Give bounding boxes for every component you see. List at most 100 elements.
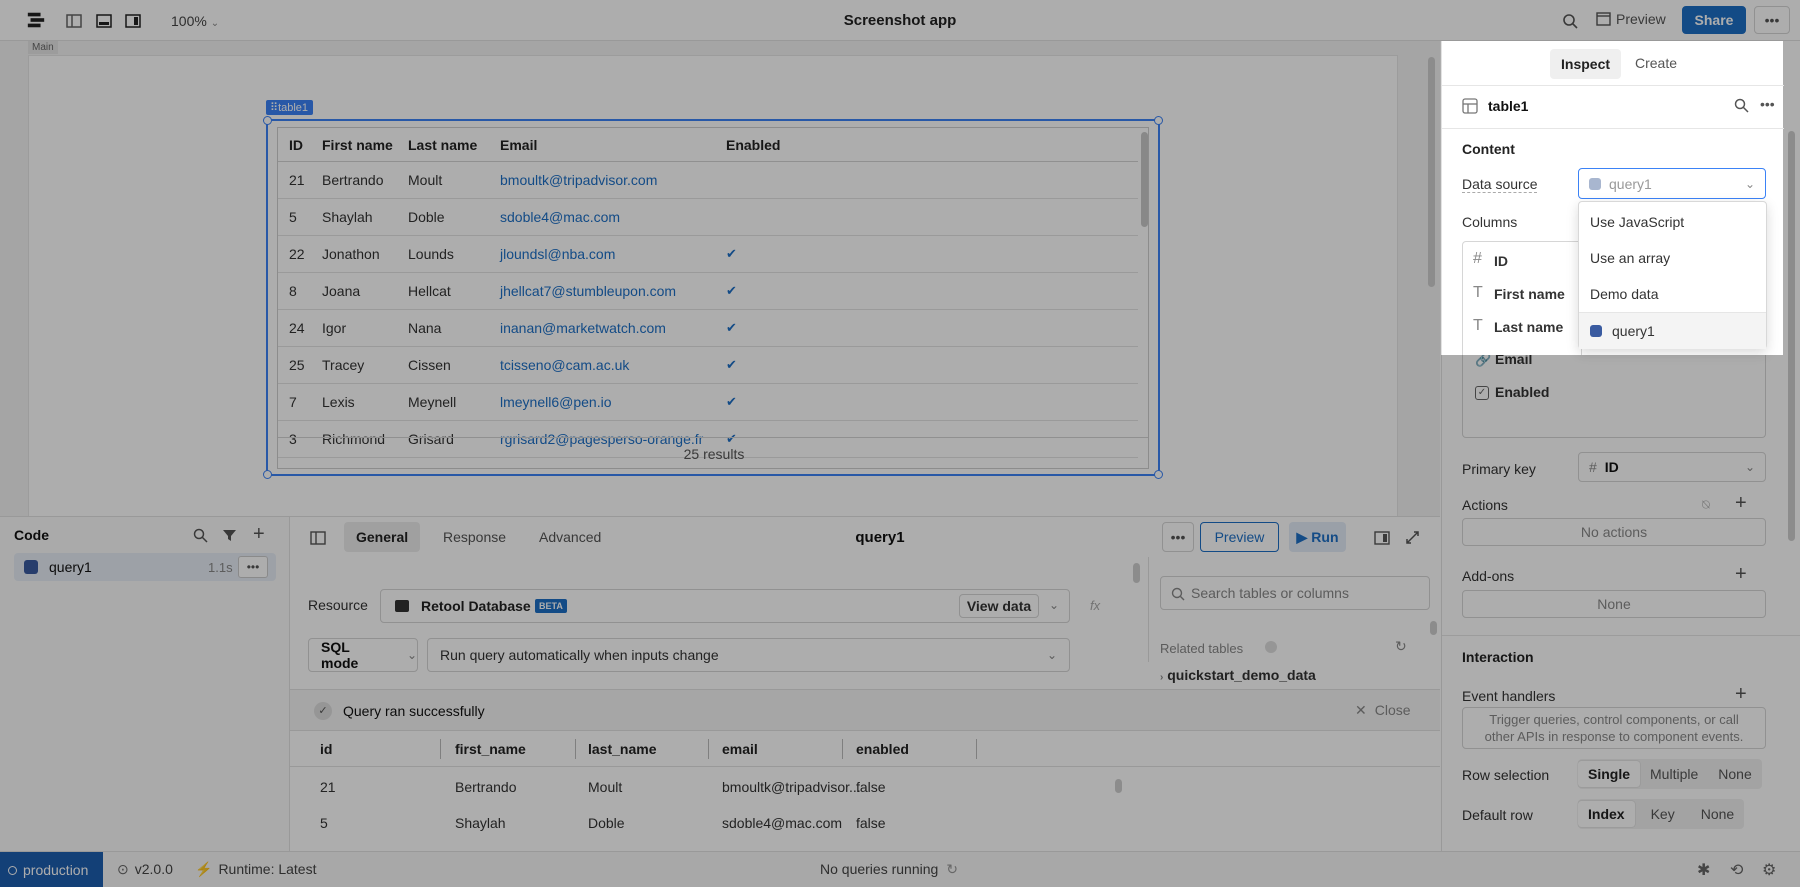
tab-advanced[interactable]: Advanced — [539, 529, 601, 545]
row-selection-toggle[interactable]: Single Multiple None — [1578, 759, 1762, 789]
bug-icon[interactable]: ✱ — [1697, 860, 1710, 880]
result-row[interactable]: 5 Shaylah Doble sdoble4@mac.com false — [290, 805, 1440, 841]
tab-general[interactable]: General — [344, 522, 421, 552]
fx-icon[interactable]: fx — [1090, 598, 1100, 613]
column-header-email[interactable]: Email — [500, 128, 537, 161]
column-divider[interactable] — [708, 739, 709, 759]
table-row[interactable]: 25 Tracey Cissen tcisseno@cam.ac.uk ✔ — [278, 347, 1138, 384]
default-row-key[interactable]: Key — [1635, 801, 1691, 827]
schema-scrollbar[interactable] — [1430, 621, 1437, 635]
dropdown-option-javascript[interactable]: Use JavaScript — [1579, 204, 1766, 240]
zoom-select[interactable]: 100% ⌄ — [171, 13, 219, 29]
query-more-icon[interactable]: ••• — [238, 556, 268, 578]
split-view-icon[interactable] — [1374, 531, 1390, 545]
more-options-icon[interactable]: ••• — [1754, 6, 1790, 34]
table-scrollbar[interactable] — [1141, 132, 1148, 227]
resource-select[interactable]: Retool Database BETA View data ⌄ — [380, 589, 1070, 623]
column-header-last-name[interactable]: Last name — [408, 128, 477, 161]
more-options-icon[interactable]: ••• — [1760, 96, 1775, 112]
table-cell-email[interactable]: inanan@marketwatch.com — [500, 310, 666, 346]
result-column-header[interactable]: email — [722, 741, 758, 757]
column-divider[interactable] — [842, 739, 843, 759]
schema-search-input[interactable]: Search tables or columns — [1160, 576, 1430, 610]
add-addon-icon[interactable]: + — [1735, 563, 1747, 586]
chevron-down-icon[interactable]: ⌄ — [1049, 598, 1059, 612]
run-button[interactable]: ▶ Run — [1289, 522, 1346, 552]
related-table-item[interactable]: › quickstart_demo_data — [1160, 667, 1316, 683]
sidebar-toggle-icon[interactable] — [310, 531, 326, 545]
component-name[interactable]: table1 — [1488, 98, 1528, 114]
resize-handle[interactable] — [263, 470, 272, 479]
column-divider[interactable] — [976, 739, 977, 759]
settings-icon[interactable]: ⚙ — [1762, 860, 1776, 880]
table-row[interactable]: 7 Lexis Meynell lmeynell6@pen.io ✔ — [278, 384, 1138, 421]
row-selection-single[interactable]: Single — [1578, 761, 1641, 787]
refresh-icon[interactable]: ↻ — [1395, 638, 1407, 655]
trigger-select[interactable]: Run query automatically when inputs chan… — [427, 638, 1070, 672]
table-row[interactable]: 24 Igor Nana inanan@marketwatch.com ✔ — [278, 310, 1138, 347]
table-row[interactable]: 22 Jonathon Lounds jloundsl@nba.com ✔ — [278, 236, 1138, 273]
table-cell-email[interactable]: sdoble4@mac.com — [500, 199, 620, 235]
column-item-last-name[interactable]: Last name — [1494, 319, 1563, 335]
table-row[interactable]: 8 Joana Hellcat jhellcat7@stumbleupon.com ✔ — [278, 273, 1138, 310]
tab-response[interactable]: Response — [443, 529, 506, 545]
column-item-first-name[interactable]: First name — [1494, 286, 1565, 302]
preview-button[interactable]: Preview — [1596, 11, 1666, 27]
table-widget[interactable]: ID First name Last name Email Enabled 21… — [263, 116, 1163, 479]
result-row[interactable]: 21 Bertrando Moult bmoultk@tripadvisor... fa… — [290, 769, 1440, 805]
resize-handle[interactable] — [1154, 470, 1163, 479]
share-button[interactable]: Share — [1682, 6, 1746, 34]
bottom-panel-icon[interactable] — [94, 11, 114, 31]
default-row-toggle[interactable]: Index Key None — [1578, 799, 1745, 829]
row-selection-none[interactable]: None — [1708, 761, 1761, 787]
column-divider[interactable] — [575, 739, 576, 759]
filter-icon[interactable] — [222, 528, 237, 543]
chat-icon[interactable]: ⍉ — [1702, 497, 1710, 513]
version-indicator[interactable]: ⊙ v2.0.0 — [117, 861, 173, 878]
resize-handle[interactable] — [1154, 116, 1163, 125]
component-tag[interactable]: ⠿table1 — [266, 100, 314, 115]
table-cell-email[interactable]: lmeynell6@pen.io — [500, 384, 612, 420]
default-row-index[interactable]: Index — [1578, 801, 1635, 827]
table-cell-email[interactable]: bmoultk@tripadvisor.com — [500, 162, 657, 198]
tab-inspect[interactable]: Inspect — [1550, 49, 1622, 79]
tab-create[interactable]: Create — [1635, 55, 1677, 71]
default-row-none[interactable]: None — [1691, 801, 1744, 827]
search-icon[interactable] — [1560, 11, 1580, 31]
editor-scrollbar[interactable] — [1133, 563, 1140, 583]
canvas-scrollbar[interactable] — [1428, 57, 1435, 287]
data-source-select[interactable]: query1 ⌄ — [1578, 168, 1766, 199]
query-list-item[interactable]: query1 1.1s ••• — [14, 553, 276, 581]
resize-handle[interactable] — [263, 116, 272, 125]
dropdown-option-array[interactable]: Use an array — [1579, 240, 1766, 276]
runtime-indicator[interactable]: ⚡ Runtime: Latest — [195, 861, 317, 878]
column-header-first-name[interactable]: First name — [322, 128, 393, 161]
column-item-id[interactable]: ID — [1494, 253, 1508, 269]
dropdown-option-demo[interactable]: Demo data — [1579, 276, 1766, 312]
column-item-enabled[interactable]: Enabled — [1495, 384, 1549, 400]
result-column-header[interactable]: id — [320, 741, 332, 757]
search-icon[interactable] — [193, 528, 208, 543]
expand-icon[interactable] — [1405, 530, 1420, 545]
add-event-handler-icon[interactable]: + — [1735, 683, 1747, 706]
table-row[interactable]: 21 Bertrando Moult bmoultk@tripadvisor.com — [278, 162, 1138, 199]
close-button[interactable]: ✕ Close — [1355, 702, 1411, 719]
table-cell-email[interactable]: jloundsl@nba.com — [500, 236, 615, 272]
dropdown-option-query1[interactable]: query1 — [1579, 313, 1766, 349]
more-options-icon[interactable]: ••• — [1162, 522, 1194, 552]
column-header-enabled[interactable]: Enabled — [726, 128, 780, 161]
column-header-id[interactable]: ID — [289, 128, 303, 161]
mode-select[interactable]: SQL mode ⌄ — [308, 638, 418, 672]
result-column-header[interactable]: first_name — [455, 741, 526, 757]
left-panel-icon[interactable] — [64, 11, 84, 31]
table-cell-email[interactable]: jhellcat7@stumbleupon.com — [500, 273, 676, 309]
result-column-header[interactable]: enabled — [856, 741, 909, 757]
result-scrollbar[interactable] — [1115, 779, 1122, 793]
result-column-header[interactable]: last_name — [588, 741, 656, 757]
primary-key-select[interactable]: # ID ⌄ — [1578, 452, 1766, 482]
retool-logo-icon[interactable] — [26, 10, 46, 30]
table-row[interactable]: 5 Shaylah Doble sdoble4@mac.com — [278, 199, 1138, 236]
history-icon[interactable]: ⟲ — [1730, 860, 1743, 880]
add-icon[interactable]: + — [253, 524, 265, 544]
view-data-button[interactable]: View data — [959, 594, 1039, 618]
